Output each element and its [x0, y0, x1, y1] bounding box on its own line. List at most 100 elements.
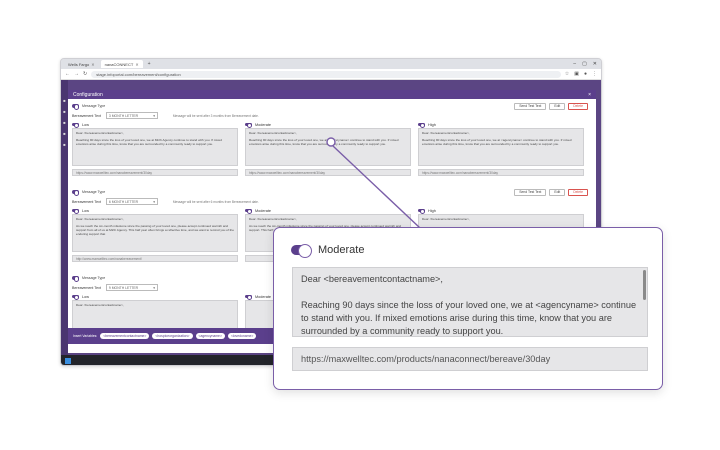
modal-header: Configuration × — [68, 90, 596, 99]
variable-chip[interactable]: <agencyname> — [195, 333, 225, 339]
star-icon[interactable]: ☆ — [565, 71, 569, 77]
moderate-toggle[interactable] — [291, 244, 312, 258]
level-label: Moderate — [255, 208, 272, 213]
callout-header: Moderate — [291, 244, 365, 258]
close-icon[interactable]: ✕ — [91, 62, 94, 67]
edit-button[interactable]: Edit — [549, 188, 566, 196]
level-header: Low — [72, 207, 238, 214]
link-input[interactable]: https://www.maxwelltec.com/nanabereaveme… — [245, 169, 411, 176]
send-test-text-button[interactable]: Send Test Text — [514, 188, 547, 196]
zoom-callout: Moderate Dear <bereavementcontactname>, … — [273, 227, 663, 390]
extensions-icon[interactable]: ▣ — [574, 71, 579, 77]
reload-icon[interactable]: ↻ — [83, 71, 87, 77]
send-test-text-button[interactable]: Send Test Text — [514, 102, 547, 110]
back-icon[interactable]: ← — [65, 71, 70, 77]
close-window-icon[interactable]: ✕ — [593, 61, 597, 67]
message-greeting: Dear <bereavementcontactname>, — [249, 131, 297, 135]
start-icon[interactable] — [65, 358, 71, 364]
nav-icon[interactable]: ■ — [63, 109, 65, 114]
message-section: Message Type Send Test Text Edit Delete … — [72, 101, 588, 176]
level-toggle[interactable] — [245, 122, 252, 128]
link-input[interactable]: https://www.maxwelltec.com/nanabereaveme… — [418, 169, 584, 176]
address-bar[interactable]: stage.infoportal.com/bereavement/configu… — [91, 70, 561, 78]
message-textarea[interactable]: Dear <bereavementcontactname>, Reaching 9… — [72, 128, 238, 166]
bereavement-text-label: Bereavement Text — [72, 113, 101, 118]
level-toggle[interactable] — [245, 208, 252, 214]
message-textarea[interactable]: Dear <bereavementcontactname>, As we reac… — [72, 214, 238, 252]
schedule-note: Message will be sent after 6 months from… — [172, 199, 259, 204]
stage: Wells Fargo ✕ nanaCONNECT ✕ + – ▢ ✕ ← → ↻ … — [0, 0, 720, 450]
new-tab-button[interactable]: + — [145, 61, 154, 67]
window-controls: – ▢ ✕ — [573, 61, 601, 67]
message-type-toggle[interactable] — [72, 190, 79, 196]
message-type-label: Message Type — [82, 276, 106, 280]
chevron-down-icon: ▾ — [153, 113, 155, 118]
message-type-toggle[interactable] — [72, 104, 79, 110]
message-type-row: Message Type Send Test Text Edit Delete — [72, 101, 588, 111]
level-toggle[interactable] — [72, 122, 79, 128]
tab-wells-fargo[interactable]: Wells Fargo ✕ — [64, 60, 99, 68]
level-toggle[interactable] — [418, 122, 425, 128]
message-body: Reaching 90 days since the loss of your … — [76, 138, 223, 147]
level-toggle[interactable] — [245, 294, 252, 300]
scrollbar[interactable] — [643, 270, 646, 300]
level-header: High — [418, 121, 584, 128]
maximize-icon[interactable]: ▢ — [582, 61, 587, 67]
delete-button[interactable]: Delete — [568, 102, 588, 110]
left-rail: ■ ■ ■ ■ ■ — [61, 80, 68, 355]
insert-variables-label: Insert Variables: — [73, 334, 98, 338]
profile-icon[interactable]: ● — [584, 71, 587, 77]
variable-chip[interactable]: <lovedoname> — [227, 333, 257, 339]
forward-icon[interactable]: → — [74, 71, 79, 77]
letter-select[interactable]: 3 MONTH LETTER ▾ — [105, 112, 158, 119]
nav-icon[interactable]: ■ — [63, 142, 65, 147]
nav-icon[interactable]: ■ — [63, 98, 65, 103]
select-value: 6 MONTH LETTER — [108, 199, 139, 204]
bereavement-text-row: Bereavement Text 3 MONTH LETTER ▾ Message… — [72, 111, 588, 120]
message-type-row: Message Type Send Test Text Edit Delete — [72, 187, 588, 197]
select-value: 3 MONTH LETTER — [108, 113, 139, 118]
level-toggle[interactable] — [72, 208, 79, 214]
nav-icon[interactable]: ■ — [63, 131, 65, 136]
level-header: Low — [72, 293, 238, 300]
level-column-low: Low Dear <bereavementcontactname>, Reachi… — [72, 121, 238, 176]
message-type-toggle[interactable] — [72, 276, 79, 282]
edit-button[interactable]: Edit — [549, 102, 566, 110]
delete-button[interactable]: Delete — [568, 188, 588, 196]
level-column-low: Low Dear <bereavementcontactname>, As we … — [72, 207, 238, 262]
callout-level-label: Moderate — [318, 244, 365, 256]
message-textarea[interactable]: Dear <bereavementcontactname>, Reaching 9… — [245, 128, 411, 166]
variable-chip[interactable]: <bereavementcontactname> — [100, 333, 150, 339]
close-icon[interactable]: ✕ — [135, 62, 138, 67]
link-input[interactable]: https://www.maxwelltec.com/nanabereaveme… — [72, 169, 238, 176]
message-greeting: Dear <bereavementcontactname>, — [76, 217, 124, 221]
message-textarea[interactable]: Dear <bereavementcontactname>, Reaching 9… — [418, 128, 584, 166]
letter-select[interactable]: 6 MONTH LETTER ▾ — [105, 198, 158, 205]
nav-icon[interactable]: ■ — [63, 120, 65, 125]
tab-label: Wells Fargo — [68, 61, 90, 67]
callout-message-textarea[interactable]: Dear <bereavementcontactname>, Reaching … — [292, 267, 648, 337]
link-input[interactable]: http://www.maxwelltec.com/nanabereavemen… — [72, 255, 238, 262]
level-column-high: High Dear <bereavementcontactname>, Reach… — [418, 121, 584, 176]
menu-icon[interactable]: ⋮ — [592, 71, 597, 77]
level-toggle[interactable] — [418, 208, 425, 214]
variable-chip[interactable]: <hospiceorganization> — [152, 333, 193, 339]
level-toggle[interactable] — [72, 294, 79, 300]
tab-nanaconnect[interactable]: nanaCONNECT ✕ — [100, 60, 143, 68]
level-label: Moderate — [255, 294, 272, 299]
letter-select[interactable]: 9 MONTH LETTER ▾ — [105, 284, 158, 291]
callout-link-input[interactable]: https://maxwelltec.com/products/nanaconn… — [292, 347, 648, 371]
level-label: Low — [82, 122, 89, 127]
toolbar-icons: ☆ ▣ ● ⋮ — [565, 71, 597, 77]
schedule-note: Message will be sent after 3 months from… — [172, 113, 259, 118]
message-greeting: Dear <bereavementcontactname>, — [76, 131, 124, 135]
minimize-icon[interactable]: – — [573, 61, 576, 67]
message-type-label: Message Type — [82, 190, 106, 194]
level-label: High — [428, 122, 436, 127]
level-header: High — [418, 207, 584, 214]
level-header: Moderate — [245, 207, 411, 214]
level-label: Moderate — [255, 122, 272, 127]
message-body: Reaching 90 days since the loss of your … — [422, 138, 572, 147]
bereavement-text-row: Bereavement Text 6 MONTH LETTER ▾ Message… — [72, 197, 588, 206]
close-icon[interactable]: × — [588, 92, 591, 98]
